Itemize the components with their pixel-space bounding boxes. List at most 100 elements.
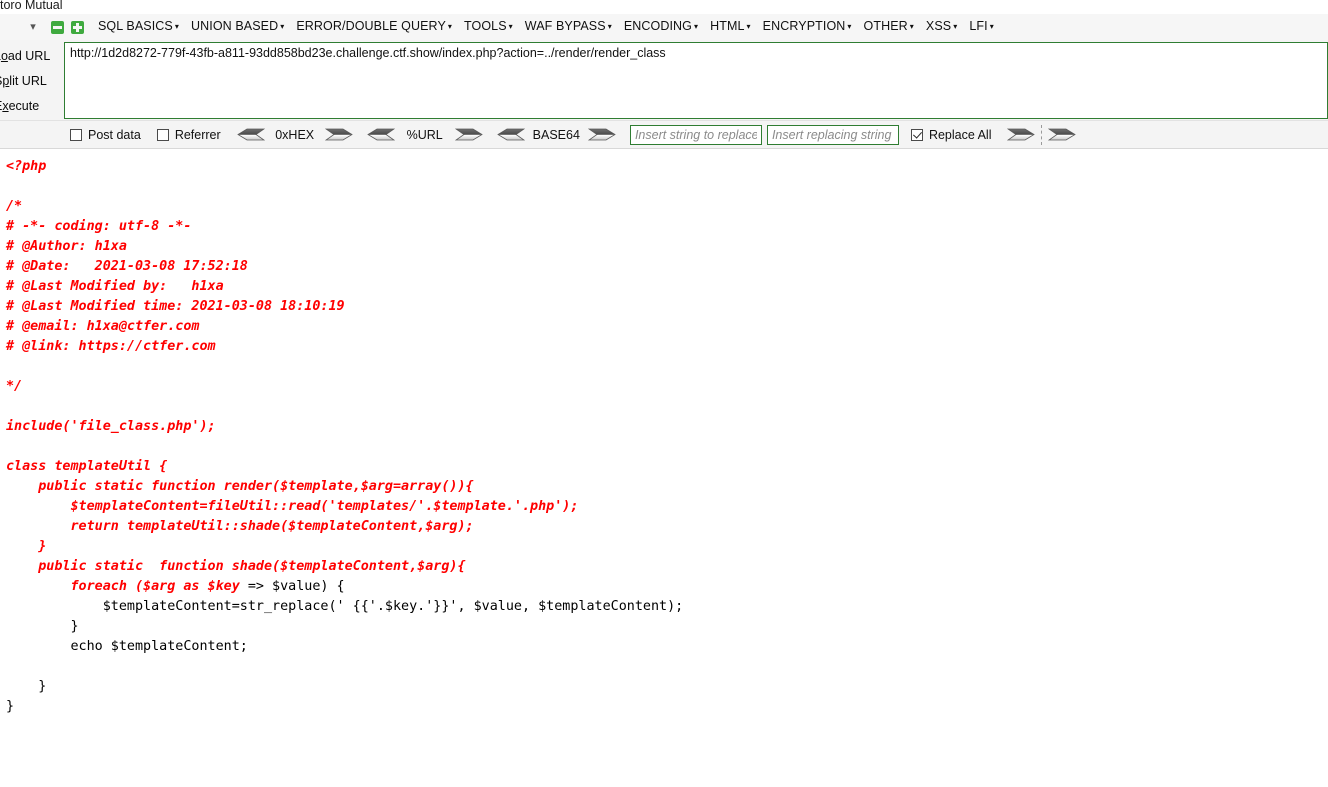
caret-down-icon: ▾ [847,22,851,31]
code-keyword: include('file_class.php'); [6,419,216,434]
encoder-group-url: %URL [367,128,483,142]
code-text: } [6,679,46,694]
menu-item-label: OTHER [864,19,908,33]
referrer-label: Referrer [175,128,221,142]
encoder-group-0xhex: 0xHEX [237,128,353,142]
post-data-checkbox[interactable]: Post data [70,128,141,142]
replace-all-label: Replace All [929,128,992,142]
code-keyword: public static function shade($templateCo… [6,559,466,574]
menu-item-label: XSS [926,19,951,33]
checkbox-box[interactable] [911,129,923,141]
menu-item-xss[interactable]: XSS▾ [920,14,963,40]
code-text: echo $templateContent; [6,639,248,654]
checkbox-box[interactable] [70,129,82,141]
checkbox-box[interactable] [157,129,169,141]
code-keyword: # @Last Modified by: h1xa [6,279,224,294]
code-keyword: /* [6,199,22,214]
menu-item-label: ENCRYPTION [763,19,846,33]
encoder-group-base64: BASE64 [497,128,616,142]
code-keyword: # @email: h1xa@ctfer.com [6,319,199,334]
browser-tab-title[interactable]: toro Mutual [0,0,63,12]
menu-item-waf-bypass[interactable]: WAF BYPASS▾ [519,14,618,40]
code-keyword: */ [6,379,22,394]
menu-item-label: TOOLS [464,19,507,33]
menu-item-encryption[interactable]: ENCRYPTION▾ [757,14,858,40]
decode-base64-arrow-icon[interactable] [497,128,525,141]
decode-url-arrow-icon[interactable] [367,128,395,141]
encoder-label: %URL [395,128,455,142]
hackbar-panel: ▾ SQL BASICS▾UNION BASED▾ERROR/DOUBLE QU… [0,14,1328,149]
load-url-button[interactable]: Load URL [0,44,64,69]
code-keyword: $templateContent=fileUtil::read('templat… [6,499,578,514]
code-keyword: return templateUtil::shade($templateCont… [6,519,474,534]
referrer-checkbox[interactable]: Referrer [157,128,221,142]
code-keyword: # @link: https://ctfer.com [6,339,216,354]
php-source-view: <?php /* # -*- coding: utf-8 -*- # @Auth… [0,149,1328,717]
caret-down-icon: ▾ [280,22,284,31]
code-keyword: # @Last Modified time: 2021-03-08 18:10:… [6,299,345,314]
code-text: } [6,619,79,634]
code-text: => $value) { [248,579,345,594]
plus-square-icon[interactable] [71,21,84,34]
execute-button[interactable]: Execute [0,94,64,119]
encoder-label: BASE64 [525,128,588,142]
chevron-down-icon[interactable]: ▾ [22,22,44,33]
code-keyword: # @Author: h1xa [6,239,127,254]
encoder-label: 0xHEX [265,128,325,142]
url-input[interactable]: http://1d2d8272-779f-43fb-a811-93dd858bd… [70,46,1322,61]
decode-0xhex-arrow-icon[interactable] [237,128,265,141]
caret-down-icon: ▾ [175,22,179,31]
menu-item-label: ENCODING [624,19,692,33]
code-text: } [6,699,14,714]
menu-item-encoding[interactable]: ENCODING▾ [618,14,704,40]
post-data-label: Post data [88,128,141,142]
hackbar-menu-bar: ▾ SQL BASICS▾UNION BASED▾ERROR/DOUBLE QU… [0,14,1328,40]
browser-tab-strip: toro Mutual [0,0,1328,14]
minus-square-icon[interactable] [51,21,64,34]
menu-item-tools[interactable]: TOOLS▾ [458,14,519,40]
code-keyword: # -*- coding: utf-8 -*- [6,219,191,234]
caret-down-icon: ▾ [910,22,914,31]
caret-down-icon: ▾ [608,22,612,31]
split-url-button[interactable]: Split URL [0,69,64,94]
code-keyword: } [6,539,46,554]
code-keyword: <?php [6,159,46,174]
code-keyword: foreach ($arg as $key [6,579,248,594]
caret-down-icon: ▾ [747,22,751,31]
find-string-input[interactable] [630,125,762,145]
url-row: Load URL Split URL Execute http://1d2d82… [0,40,1328,120]
caret-down-icon: ▾ [990,22,994,31]
url-input-box[interactable]: http://1d2d8272-779f-43fb-a811-93dd858bd… [64,42,1328,119]
menu-item-label: WAF BYPASS [525,19,606,33]
menu-item-label: LFI [969,19,987,33]
menu-item-lfi[interactable]: LFI▾ [963,14,1000,40]
replace-apply-arrow-icon[interactable] [1007,128,1035,141]
execute-replace-arrow-icon[interactable] [1048,128,1076,141]
encode-base64-arrow-icon[interactable] [588,128,616,141]
encode-url-arrow-icon[interactable] [455,128,483,141]
menu-item-label: SQL BASICS [98,19,173,33]
menu-item-label: ERROR/DOUBLE QUERY [296,19,446,33]
menu-item-label: UNION BASED [191,19,278,33]
menu-item-html[interactable]: HTML▾ [704,14,757,40]
replace-string-input[interactable] [767,125,899,145]
code-keyword: class templateUtil { [6,459,167,474]
options-divider [1041,125,1042,145]
side-button-group: Load URL Split URL Execute [0,40,64,120]
code-keyword: public static function render($template,… [6,479,474,494]
menu-item-sql-basics[interactable]: SQL BASICS▾ [92,14,185,40]
menu-item-error-double-query[interactable]: ERROR/DOUBLE QUERY▾ [290,14,458,40]
encode-0xhex-arrow-icon[interactable] [325,128,353,141]
menu-item-other[interactable]: OTHER▾ [858,14,920,40]
code-keyword: # @Date: 2021-03-08 17:52:18 [6,259,248,274]
replace-all-checkbox[interactable]: Replace All [911,128,992,142]
menu-item-union-based[interactable]: UNION BASED▾ [185,14,290,40]
code-text: $templateContent=str_replace(' {{'.$key.… [6,599,683,614]
caret-down-icon: ▾ [953,22,957,31]
menu-item-label: HTML [710,19,744,33]
caret-down-icon: ▾ [509,22,513,31]
caret-down-icon: ▾ [694,22,698,31]
caret-down-icon: ▾ [448,22,452,31]
php-source-code: <?php /* # -*- coding: utf-8 -*- # @Auth… [6,157,1328,717]
options-bar: Post data Referrer 0xHEX %URL BASE64 Repla… [0,120,1328,148]
